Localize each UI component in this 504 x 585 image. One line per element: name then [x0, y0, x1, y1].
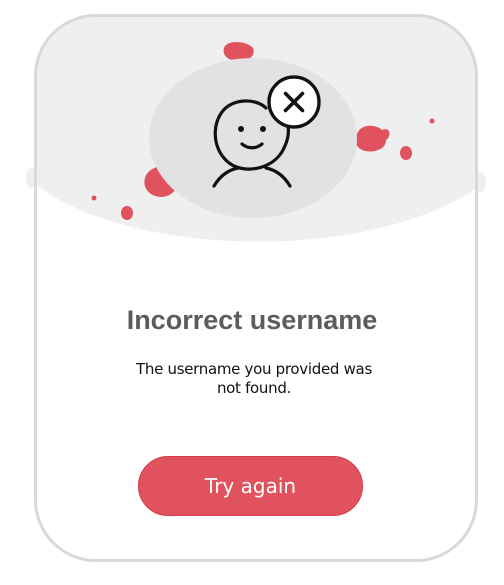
dialog-message: The username you provided was not found. — [136, 360, 372, 397]
try-again-button[interactable]: Try again — [138, 456, 363, 516]
page: Incorrect username The username you prov… — [0, 0, 504, 585]
dialog-title: Incorrect username — [126, 305, 378, 335]
